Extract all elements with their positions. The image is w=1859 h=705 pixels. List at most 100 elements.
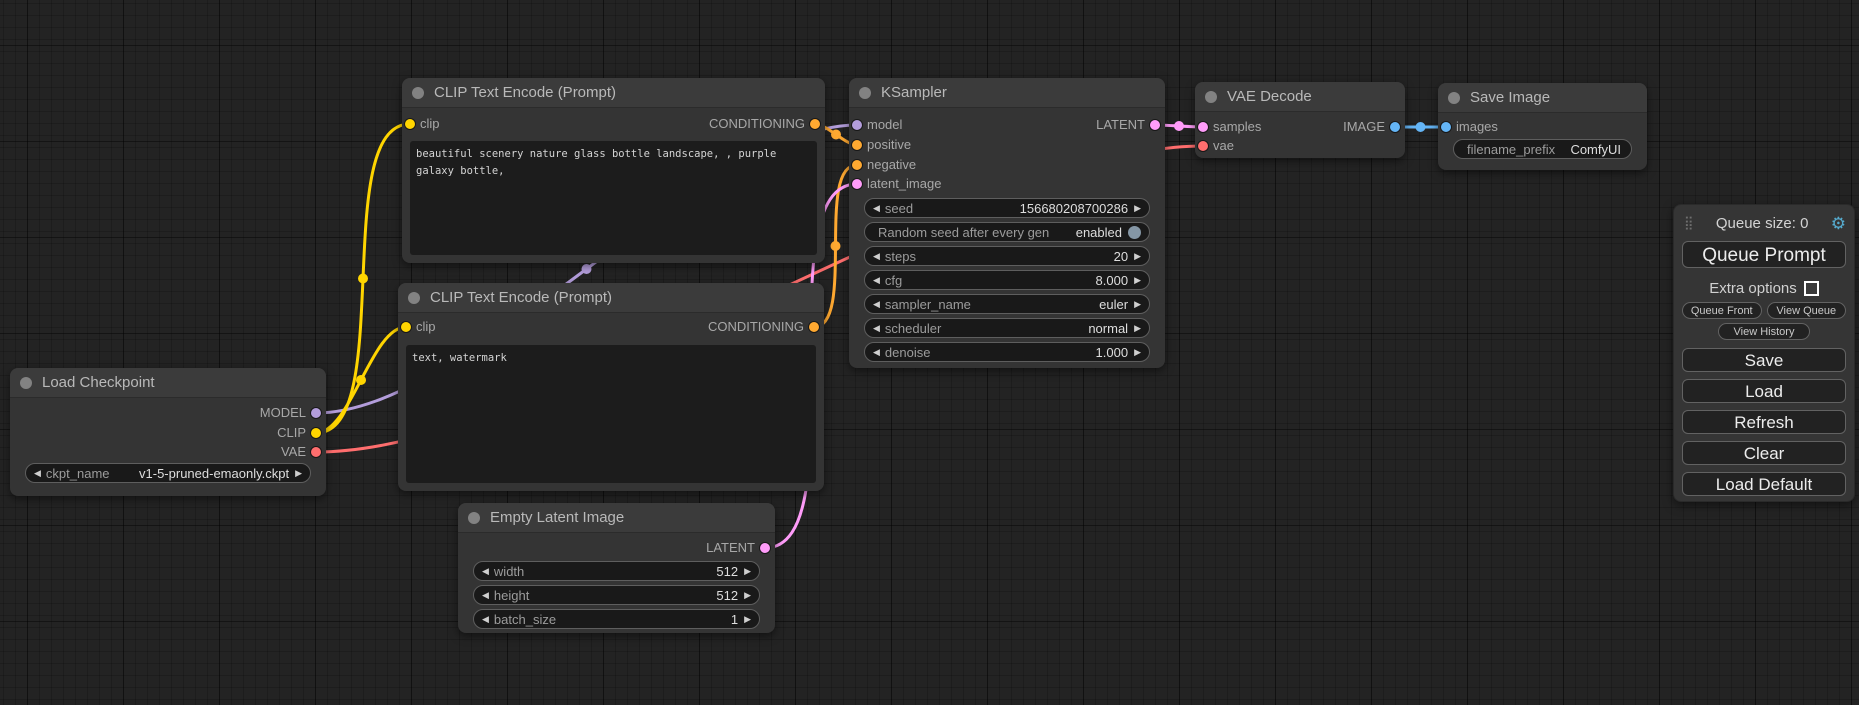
drag-handle-icon[interactable]: ⣿: [1684, 215, 1694, 231]
increment-arrow-icon[interactable]: ▶: [744, 561, 751, 581]
output-model-dot[interactable]: [311, 408, 321, 418]
widget-label: ckpt_name: [46, 466, 110, 481]
node-empty-latent-image[interactable]: Empty Latent ImageLATENT◀width512▶◀heigh…: [458, 503, 775, 633]
widget-ckpt-name[interactable]: ◀ckpt_namev1-5-pruned-emaonly.ckpt▶: [25, 463, 311, 483]
decrement-arrow-icon[interactable]: ◀: [482, 609, 489, 629]
decrement-arrow-icon[interactable]: ◀: [873, 294, 880, 314]
node-title-bar[interactable]: CLIP Text Encode (Prompt): [402, 78, 825, 108]
settings-gear-icon[interactable]: ⚙: [1831, 215, 1846, 232]
collapse-dot-icon[interactable]: [408, 292, 420, 304]
widget-batch-size[interactable]: ◀batch_size1▶: [473, 609, 760, 629]
node-vae-decode[interactable]: VAE DecodesamplesvaeIMAGE: [1195, 82, 1405, 158]
collapse-dot-icon[interactable]: [20, 377, 32, 389]
decrement-arrow-icon[interactable]: ◀: [873, 342, 880, 362]
widget-sampler-name[interactable]: ◀sampler_nameeuler▶: [864, 294, 1150, 314]
extra-options-label: Extra options: [1709, 280, 1797, 297]
input-negative-dot[interactable]: [852, 160, 862, 170]
node-load-checkpoint[interactable]: Load CheckpointMODELCLIPVAE◀ckpt_namev1-…: [10, 368, 326, 496]
decrement-arrow-icon[interactable]: ◀: [482, 561, 489, 581]
collapse-dot-icon[interactable]: [859, 87, 871, 99]
output-conditioning-dot[interactable]: [810, 119, 820, 129]
increment-arrow-icon[interactable]: ▶: [1134, 270, 1141, 290]
queue-front-button[interactable]: Queue Front: [1682, 302, 1762, 319]
decrement-arrow-icon[interactable]: ◀: [873, 318, 880, 338]
input-clip-dot[interactable]: [401, 322, 411, 332]
decrement-arrow-icon[interactable]: ◀: [873, 246, 880, 266]
increment-arrow-icon[interactable]: ▶: [1134, 294, 1141, 314]
output-conditioning-dot[interactable]: [809, 322, 819, 332]
view-history-button[interactable]: View History: [1718, 323, 1810, 340]
increment-arrow-icon[interactable]: ▶: [1134, 318, 1141, 338]
node-title-bar[interactable]: Save Image: [1438, 83, 1647, 113]
input-samples-dot[interactable]: [1198, 122, 1208, 132]
prompt-textarea[interactable]: text, watermark: [406, 345, 816, 483]
link-midpoint-dot: [358, 274, 368, 284]
increment-arrow-icon[interactable]: ▶: [1134, 342, 1141, 362]
input-images-dot[interactable]: [1441, 122, 1451, 132]
widget-height[interactable]: ◀height512▶: [473, 585, 760, 605]
node-save-image[interactable]: Save Imageimagesfilename_prefixComfyUI: [1438, 83, 1647, 170]
link-midpoint-dot: [831, 241, 841, 251]
input-positive-dot[interactable]: [852, 140, 862, 150]
widget-label: denoise: [885, 345, 931, 360]
widget-label: cfg: [885, 273, 902, 288]
node-title: Empty Latent Image: [490, 509, 624, 526]
widget-steps[interactable]: ◀steps20▶: [864, 246, 1150, 266]
input-model-dot[interactable]: [852, 120, 862, 130]
widget-value: 512: [716, 588, 738, 603]
widget-label: filename_prefix: [1467, 142, 1555, 157]
node-title-bar[interactable]: Load Checkpoint: [10, 368, 326, 398]
node-clip-text-encode-negative[interactable]: CLIP Text Encode (Prompt)clipCONDITIONIN…: [398, 283, 824, 491]
view-queue-button[interactable]: View Queue: [1767, 302, 1847, 319]
extra-options-checkbox[interactable]: [1804, 281, 1819, 296]
output-image-dot[interactable]: [1390, 122, 1400, 132]
load-default-button[interactable]: Load Default: [1682, 472, 1846, 496]
node-clip-text-encode-positive[interactable]: CLIP Text Encode (Prompt)clipCONDITIONIN…: [402, 78, 825, 263]
queue-prompt-button[interactable]: Queue Prompt: [1682, 241, 1846, 268]
decrement-arrow-icon[interactable]: ◀: [873, 270, 880, 290]
increment-arrow-icon[interactable]: ▶: [1134, 198, 1141, 218]
decrement-arrow-icon[interactable]: ◀: [873, 198, 880, 218]
node-ksampler[interactable]: KSamplermodelpositivenegativelatent_imag…: [849, 78, 1165, 368]
save-button[interactable]: Save: [1682, 348, 1846, 372]
decrement-arrow-icon[interactable]: ◀: [34, 463, 41, 483]
decrement-arrow-icon[interactable]: ◀: [482, 585, 489, 605]
queue-panel: ⣿ Queue size: 0 ⚙ Queue Prompt Extra opt…: [1673, 204, 1855, 502]
collapse-dot-icon[interactable]: [1448, 92, 1460, 104]
node-title-bar[interactable]: VAE Decode: [1195, 82, 1405, 112]
widget-value: ComfyUI: [1570, 142, 1621, 157]
output-latent-dot[interactable]: [1150, 120, 1160, 130]
node-title: VAE Decode: [1227, 88, 1312, 105]
widget-scheduler[interactable]: ◀schedulernormal▶: [864, 318, 1150, 338]
widget-denoise[interactable]: ◀denoise1.000▶: [864, 342, 1150, 362]
node-title-bar[interactable]: CLIP Text Encode (Prompt): [398, 283, 824, 313]
increment-arrow-icon[interactable]: ▶: [744, 609, 751, 629]
output-clip-dot[interactable]: [311, 428, 321, 438]
widget-seed[interactable]: ◀seed156680208700286▶: [864, 198, 1150, 218]
output-vae-dot[interactable]: [311, 447, 321, 457]
increment-arrow-icon[interactable]: ▶: [744, 585, 751, 605]
widget-width[interactable]: ◀width512▶: [473, 561, 760, 581]
increment-arrow-icon[interactable]: ▶: [1134, 246, 1141, 266]
toggle-dot[interactable]: [1128, 226, 1141, 239]
output-latent-dot[interactable]: [760, 543, 770, 553]
node-title-bar[interactable]: KSampler: [849, 78, 1165, 108]
refresh-button[interactable]: Refresh: [1682, 410, 1846, 434]
node-title-bar[interactable]: Empty Latent Image: [458, 503, 775, 533]
widget-value: euler: [1099, 297, 1128, 312]
load-button[interactable]: Load: [1682, 379, 1846, 403]
prompt-textarea[interactable]: beautiful scenery nature glass bottle la…: [410, 141, 817, 255]
collapse-dot-icon[interactable]: [468, 512, 480, 524]
collapse-dot-icon[interactable]: [1205, 91, 1217, 103]
clear-button[interactable]: Clear: [1682, 441, 1846, 465]
increment-arrow-icon[interactable]: ▶: [295, 463, 302, 483]
input-latent_image-dot[interactable]: [852, 179, 862, 189]
input-vae-dot[interactable]: [1198, 141, 1208, 151]
collapse-dot-icon[interactable]: [412, 87, 424, 99]
widget-filename-prefix[interactable]: filename_prefix ComfyUI: [1453, 139, 1632, 159]
input-clip-dot[interactable]: [405, 119, 415, 129]
widget-cfg[interactable]: ◀cfg8.000▶: [864, 270, 1150, 290]
link-midpoint-dot: [1416, 122, 1426, 132]
widget-random-seed-after-every-gen[interactable]: Random seed after every genenabled: [864, 222, 1150, 242]
comfyui-canvas[interactable]: { "slot_colors": { "MODEL": "#B39DDB", "…: [0, 0, 1859, 705]
